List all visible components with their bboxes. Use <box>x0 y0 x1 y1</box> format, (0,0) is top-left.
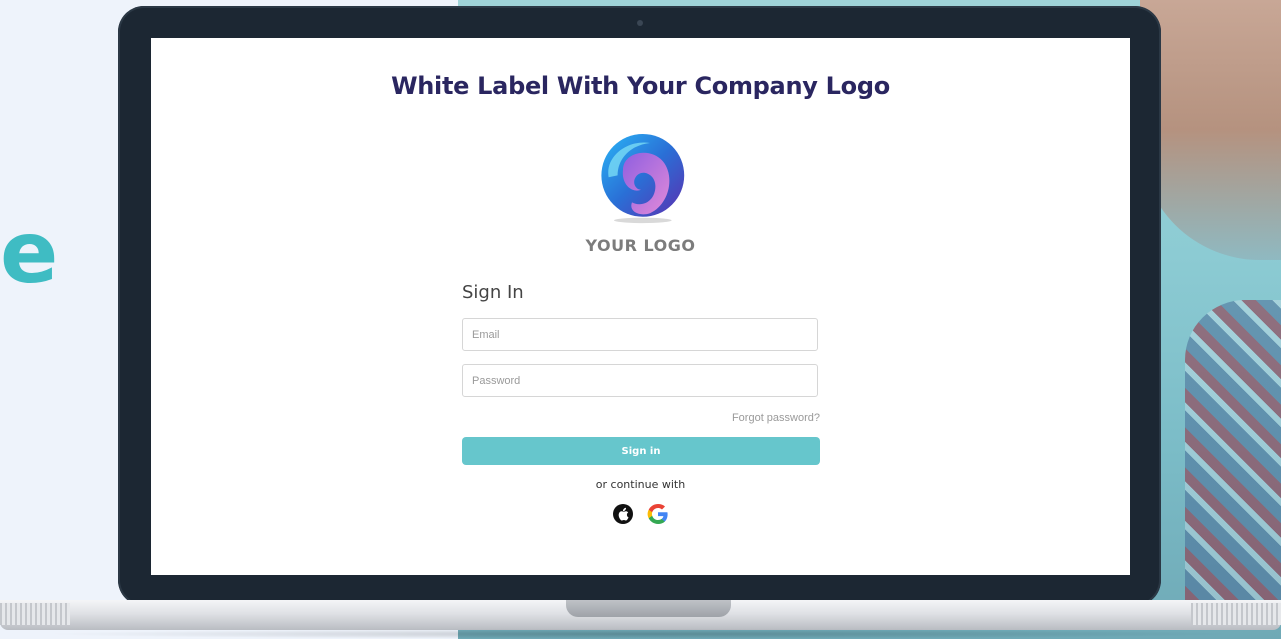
email-field[interactable] <box>462 318 818 351</box>
background-plaid-shirt <box>1185 300 1281 600</box>
brand-letter: e <box>0 203 59 303</box>
laptop-speaker-right <box>1191 603 1281 625</box>
google-icon[interactable] <box>646 502 670 526</box>
continue-with-text: or continue with <box>595 478 686 491</box>
laptop-screen: White Label With Your Company Logo YOUR … <box>151 38 1130 575</box>
laptop-lid: White Label With Your Company Logo YOUR … <box>118 6 1161 606</box>
laptop-notch <box>566 600 731 617</box>
apple-icon[interactable] <box>613 504 633 524</box>
logo-text: YOUR LOGO <box>585 236 696 255</box>
sign-in-button[interactable]: Sign in <box>462 437 820 465</box>
forgot-password-link[interactable]: Forgot password? <box>462 412 820 424</box>
swirl-logo-icon <box>601 134 685 224</box>
page-title: White Label With Your Company Logo <box>391 72 890 100</box>
laptop-speaker-left <box>0 603 70 625</box>
password-field[interactable] <box>462 364 818 397</box>
camera-icon <box>637 20 643 26</box>
laptop-shadow <box>40 629 1240 639</box>
signin-heading: Sign In <box>462 282 524 303</box>
